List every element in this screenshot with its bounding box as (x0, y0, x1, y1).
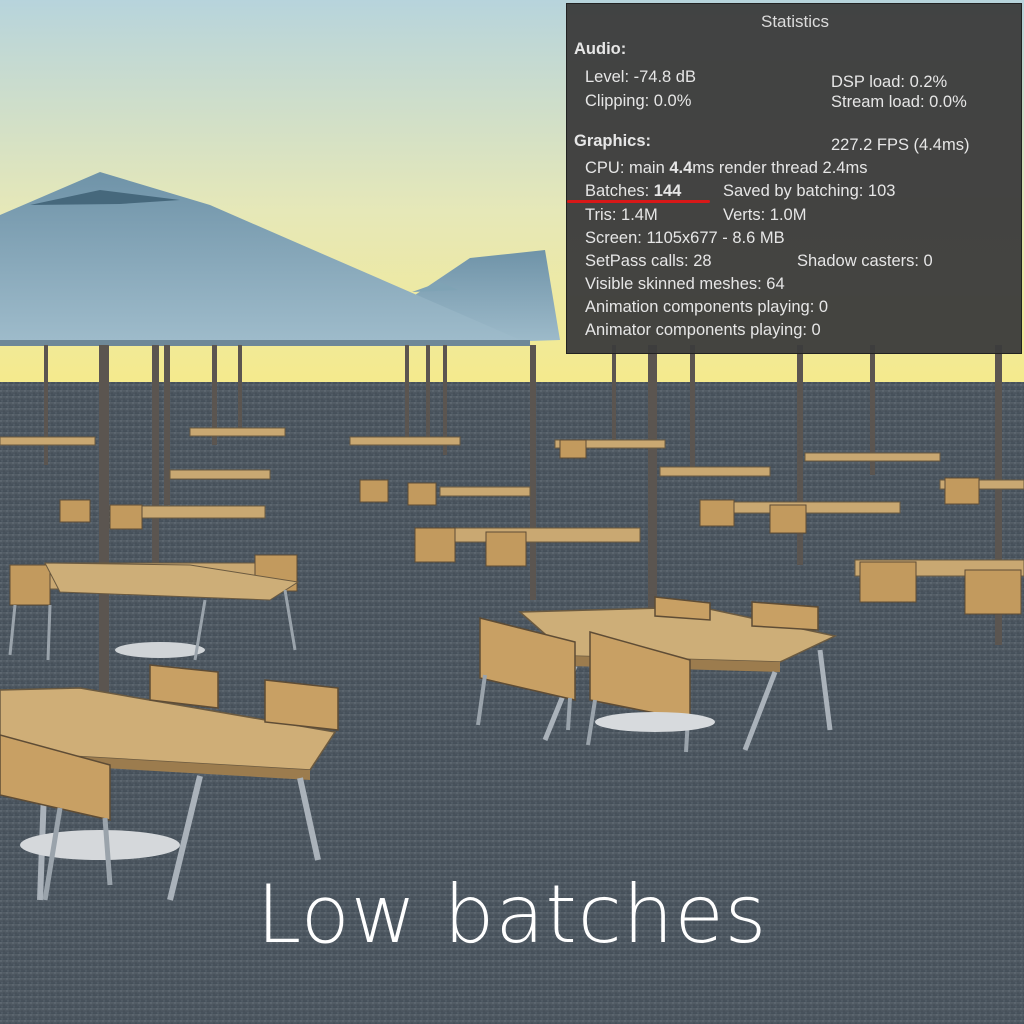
graphics-batches: Batches: 144 (585, 182, 681, 201)
graphics-animator-components: Animator components playing: 0 (585, 321, 821, 339)
audio-clipping: Clipping: 0.0% (585, 92, 692, 110)
audio-level: Level: -74.8 dB (585, 68, 696, 86)
graphics-verts: Verts: 1.0M (723, 206, 807, 224)
caption-text: Low batches (256, 868, 768, 961)
audio-dsp-load: DSP load: 0.2% (831, 73, 948, 91)
batches-highlight-underline (567, 200, 710, 203)
graphics-tris: Tris: 1.4M (585, 206, 658, 224)
graphics-saved-by-batching: Saved by batching: 103 (723, 182, 896, 200)
cpu-main-value: 4.4 (669, 159, 693, 177)
graphics-heading: Graphics: (574, 132, 652, 150)
audio-heading: Audio: (574, 40, 627, 58)
statistics-panel[interactable]: Statistics Audio: Level: -74.8 dB DSP lo… (566, 3, 1022, 354)
graphics-setpass-calls: SetPass calls: 28 (585, 252, 712, 270)
cpu-suffix: ms render thread 2.4ms (692, 159, 868, 177)
batches-prefix: Batches: (585, 182, 654, 200)
graphics-fps: 227.2 FPS (4.4ms) (831, 136, 970, 154)
graphics-screen: Screen: 1105x677 - 8.6 MB (585, 229, 785, 247)
graphics-shadow-casters: Shadow casters: 0 (797, 252, 933, 270)
graphics-cpu: CPU: main 4.4ms render thread 2.4ms (585, 159, 867, 178)
graphics-skinned-meshes: Visible skinned meshes: 64 (585, 275, 785, 293)
graphics-animation-components: Animation components playing: 0 (585, 298, 829, 316)
batches-value: 144 (653, 182, 682, 200)
statistics-title: Statistics (760, 12, 830, 31)
cpu-prefix: CPU: main (585, 159, 670, 177)
audio-stream-load: Stream load: 0.0% (831, 93, 967, 111)
